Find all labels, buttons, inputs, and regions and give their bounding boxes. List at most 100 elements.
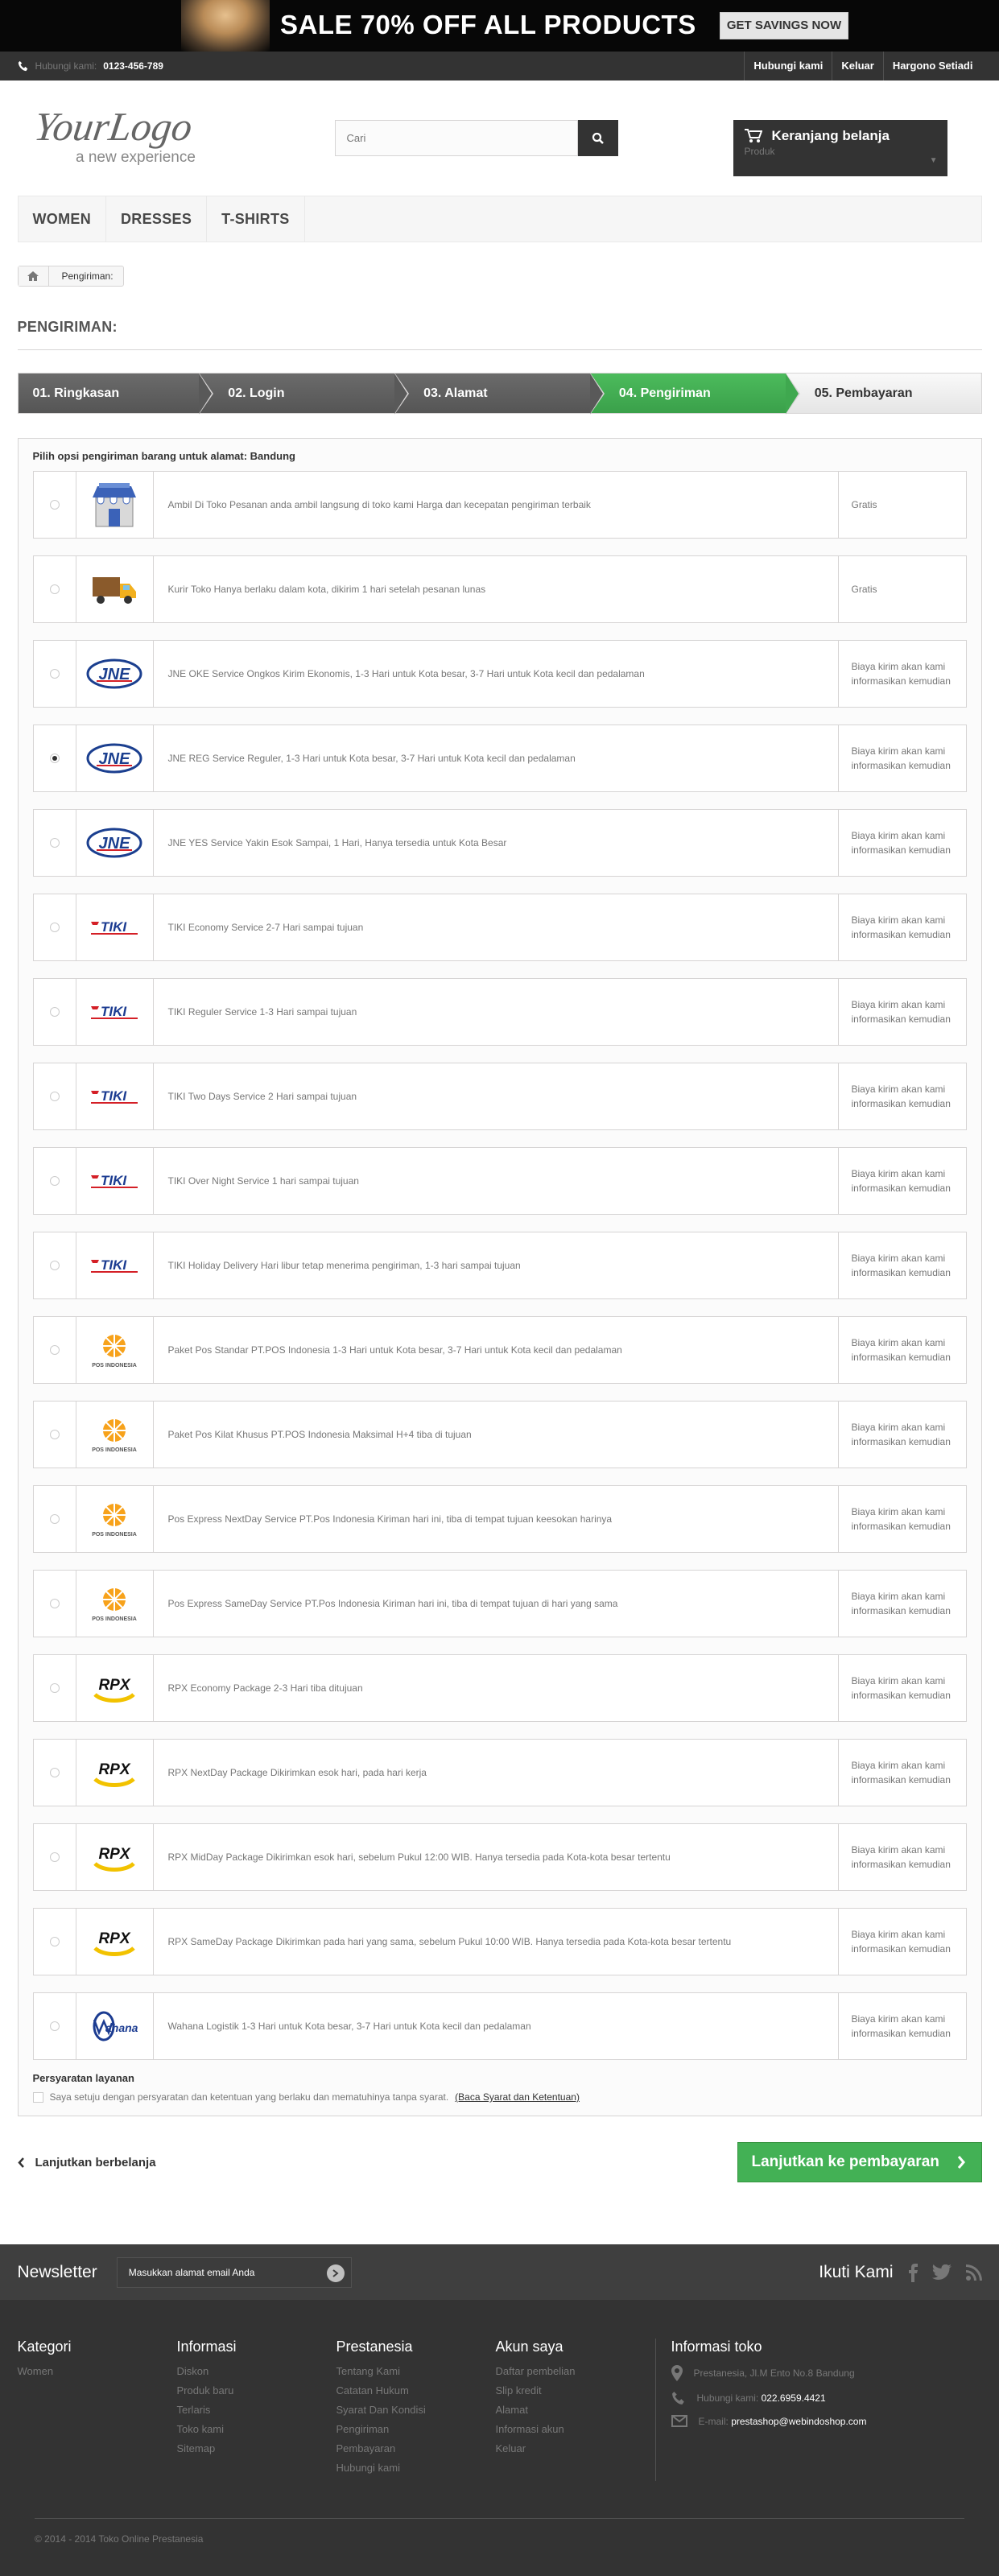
shipping-option[interactable]: TIKI TIKI Two Days Service 2 Hari sampai … — [32, 1063, 967, 1130]
shipping-radio[interactable] — [49, 584, 60, 594]
shipping-radio[interactable] — [49, 1345, 60, 1355]
footer-link[interactable]: Keluar — [496, 2442, 655, 2454]
footer-link[interactable]: Slip kredit — [496, 2384, 655, 2396]
footer-link[interactable]: Sitemap — [177, 2442, 336, 2454]
step-address[interactable]: 03. Alamat — [394, 373, 605, 415]
footer-link[interactable]: Terlaris — [177, 2404, 336, 2416]
shipping-option[interactable]: TIKI TIKI Over Night Service 1 hari sampa… — [32, 1147, 967, 1215]
proceed-to-payment-button[interactable]: Lanjutkan ke pembayaran — [737, 2142, 982, 2182]
footer-link[interactable]: Informasi akun — [496, 2423, 655, 2435]
search-input[interactable] — [334, 120, 578, 156]
shipping-radio[interactable] — [49, 669, 60, 679]
shipping-radio[interactable] — [49, 1599, 60, 1608]
search-button[interactable] — [577, 120, 618, 156]
shipping-option[interactable]: TIKI TIKI Reguler Service 1-3 Hari sampai… — [32, 978, 967, 1046]
shipping-radio[interactable] — [49, 1852, 60, 1862]
footer-link[interactable]: Women — [18, 2365, 177, 2377]
shipping-radio-cell[interactable] — [34, 1571, 76, 1637]
shipping-option[interactable]: RPX RPX NextDay Package Dikirimkan esok h… — [32, 1739, 967, 1806]
shipping-radio[interactable] — [49, 2021, 60, 2031]
get-savings-button[interactable]: GET SAVINGS NOW — [720, 12, 848, 39]
shipping-radio-cell[interactable] — [34, 556, 76, 622]
cart-block[interactable]: Keranjang belanja Produk ▼ — [733, 120, 947, 176]
shipping-radio-cell[interactable] — [34, 1148, 76, 1214]
shipping-option[interactable]: POS INDONESIA Pos Express NextDay Service… — [32, 1485, 967, 1553]
shipping-option[interactable]: RPX RPX Economy Package 2-3 Hari tiba dit… — [32, 1654, 967, 1722]
shipping-radio-cell[interactable] — [34, 1063, 76, 1129]
footer-link[interactable]: Daftar pembelian — [496, 2365, 655, 2377]
shipping-option[interactable]: TIKI TIKI Holiday Delivery Hari libur tet… — [32, 1232, 967, 1299]
shipping-option[interactable]: Kurir Toko Hanya berlaku dalam kota, dik… — [32, 555, 967, 623]
nav-account-link[interactable]: Hargono Setiadi — [882, 52, 982, 80]
shipping-option[interactable]: JNE JNE OKE Service Ongkos Kirim Ekonomis… — [32, 640, 967, 708]
shipping-option[interactable]: RPX RPX MidDay Package Dikirimkan esok ha… — [32, 1823, 967, 1891]
shipping-radio[interactable] — [49, 1768, 60, 1777]
rss-icon[interactable] — [965, 2264, 982, 2281]
shipping-option[interactable]: POS INDONESIA Paket Pos Standar PT.POS In… — [32, 1316, 967, 1384]
breadcrumb-home[interactable] — [18, 266, 49, 286]
twitter-icon[interactable] — [931, 2264, 952, 2281]
nav-logout-link[interactable]: Keluar — [832, 52, 882, 80]
terms-link[interactable]: (Baca Syarat dan Ketentuan) — [455, 2091, 580, 2103]
nav-contact-link[interactable]: Hubungi kami — [744, 52, 832, 80]
shipping-radio-cell[interactable] — [34, 1655, 76, 1721]
terms-checkbox[interactable] — [32, 2091, 43, 2103]
shipping-radio-cell[interactable] — [34, 1402, 76, 1468]
promo-banner[interactable]: SALE 70% OFF ALL PRODUCTS GET SAVINGS NO… — [0, 0, 999, 52]
shipping-radio[interactable] — [49, 1261, 60, 1270]
shipping-option[interactable]: POS INDONESIA Pos Express SameDay Service… — [32, 1570, 967, 1637]
shipping-radio[interactable] — [49, 1092, 60, 1101]
shipping-radio-cell[interactable] — [34, 894, 76, 960]
shipping-option[interactable]: ahana Wahana Logistik 1-3 Hari untuk Kota… — [32, 1992, 967, 2060]
shipping-radio[interactable] — [49, 1007, 60, 1017]
shipping-radio-cell[interactable] — [34, 979, 76, 1045]
newsletter-email-input[interactable]: Masukkan alamat email Anda — [116, 2256, 352, 2288]
shipping-radio-cell[interactable] — [34, 1909, 76, 1975]
shipping-option[interactable]: JNE JNE YES Service Yakin Esok Sampai, 1 … — [32, 809, 967, 877]
continue-shopping-link[interactable]: Lanjutkan berbelanja — [17, 2156, 156, 2169]
footer-link[interactable]: Pembayaran — [336, 2442, 496, 2454]
shipping-radio-cell[interactable] — [34, 472, 76, 538]
shipping-option[interactable]: JNE JNE REG Service Reguler, 1-3 Hari unt… — [32, 724, 967, 792]
footer-link[interactable]: Tentang Kami — [336, 2365, 496, 2377]
shipping-radio[interactable] — [49, 1514, 60, 1524]
footer-link[interactable]: Produk baru — [177, 2384, 336, 2396]
newsletter-submit-button[interactable] — [326, 2264, 345, 2282]
shipping-option[interactable]: TIKI TIKI Economy Service 2-7 Hari sampai… — [32, 894, 967, 961]
footer-link[interactable]: Diskon — [177, 2365, 336, 2377]
shipping-radio-cell[interactable] — [34, 810, 76, 876]
footer-link[interactable]: Catatan Hukum — [336, 2384, 496, 2396]
shipping-radio[interactable] — [49, 753, 60, 763]
shipping-radio[interactable] — [49, 1176, 60, 1186]
footer-link[interactable]: Hubungi kami — [336, 2462, 496, 2474]
shipping-option[interactable]: POS INDONESIA Paket Pos Kilat Khusus PT.P… — [32, 1401, 967, 1468]
menu-item-tshirts[interactable]: T-SHIRTS — [207, 196, 305, 242]
shipping-radio-cell[interactable] — [34, 1824, 76, 1890]
shipping-radio-cell[interactable] — [34, 641, 76, 707]
shipping-radio[interactable] — [49, 838, 60, 848]
menu-item-women[interactable]: WOMEN — [19, 196, 106, 242]
shipping-radio[interactable] — [49, 1937, 60, 1946]
shipping-radio[interactable] — [49, 1430, 60, 1439]
shipping-option[interactable]: Ambil Di Toko Pesanan anda ambil langsun… — [32, 471, 967, 539]
shipping-radio-cell[interactable] — [34, 1317, 76, 1383]
shipping-radio-cell[interactable] — [34, 1486, 76, 1552]
footer-link[interactable]: Toko kami — [177, 2423, 336, 2435]
site-logo[interactable]: YourLogo a new experience — [18, 98, 259, 171]
store-email-address[interactable]: prestashop@webindoshop.com — [731, 2416, 866, 2427]
shipping-option[interactable]: RPX RPX SameDay Package Dikirimkan pada h… — [32, 1908, 967, 1975]
shipping-radio[interactable] — [49, 500, 60, 510]
footer-link[interactable]: Alamat — [496, 2404, 655, 2416]
step-summary[interactable]: 01. Ringkasan — [18, 373, 214, 415]
shipping-radio-cell[interactable] — [34, 1993, 76, 2059]
footer-link[interactable]: Syarat Dan Kondisi — [336, 2404, 496, 2416]
footer-link[interactable]: Pengiriman — [336, 2423, 496, 2435]
shipping-radio-cell[interactable] — [34, 725, 76, 791]
shipping-radio-cell[interactable] — [34, 1232, 76, 1298]
shipping-radio[interactable] — [49, 923, 60, 932]
shipping-radio-cell[interactable] — [34, 1740, 76, 1806]
shipping-radio[interactable] — [49, 1683, 60, 1693]
menu-item-dresses[interactable]: DRESSES — [106, 196, 208, 242]
step-login[interactable]: 02. Login — [199, 373, 409, 415]
facebook-icon[interactable] — [908, 2263, 918, 2282]
